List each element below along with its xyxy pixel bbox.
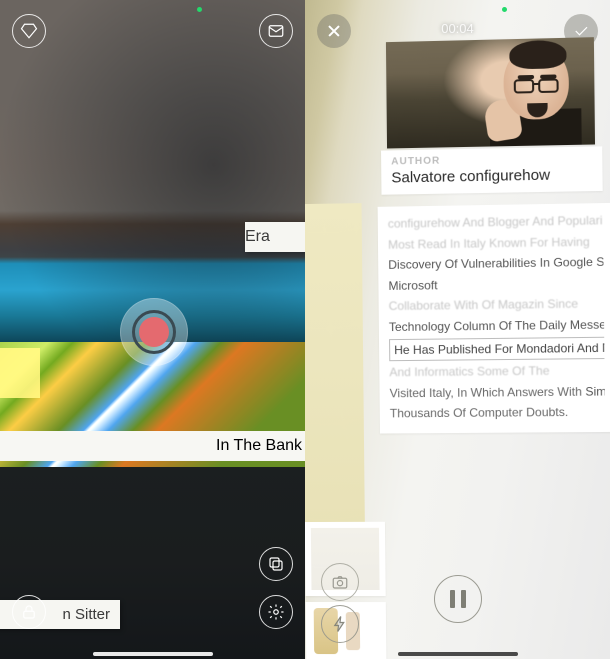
pause-button[interactable] xyxy=(434,575,482,623)
article-line: Microsoft xyxy=(388,274,603,296)
lock-icon xyxy=(20,603,38,621)
screenshot-pair: Era In The Bank n Sitter 00:04 xyxy=(0,0,610,659)
copy-button[interactable] xyxy=(259,547,293,581)
lock-button[interactable] xyxy=(12,595,46,629)
diamond-icon xyxy=(20,22,38,40)
camera-icon xyxy=(331,573,349,591)
status-dot xyxy=(197,7,202,12)
article-line: And Informatics Some Of The xyxy=(389,361,604,382)
photo-head xyxy=(503,44,569,120)
record-ring xyxy=(132,310,176,354)
mail-button[interactable] xyxy=(259,14,293,48)
home-indicator[interactable] xyxy=(93,652,213,656)
article-highlight: He Has Published For Mondadori And Monda… xyxy=(389,336,604,361)
copy-icon xyxy=(267,555,285,573)
article-line: He Has Published For Mondadori And Monda… xyxy=(389,336,604,361)
article-line: Thousands Of Computer Doubts. xyxy=(390,403,605,423)
camera-screen: Era In The Bank n Sitter xyxy=(0,0,305,659)
article-line: Collaborate With Of Magazin Since xyxy=(389,295,604,316)
article-line: Visited Italy, In Which Answers With Sim… xyxy=(390,382,605,403)
pause-icon xyxy=(447,590,469,608)
record-button[interactable] xyxy=(120,298,188,366)
scanned-page: AUTHOR Salvatore configurehow configureh… xyxy=(306,37,610,659)
article-line: Technology Column Of The Daily Messenger xyxy=(389,315,604,336)
article-line: configurehow And Blogger And Popularizer xyxy=(388,211,603,233)
settings-button[interactable] xyxy=(259,595,293,629)
review-screen: 00:04 AUTHOR Salvatore configurehow xyxy=(305,0,610,659)
author-card: AUTHOR Salvatore configurehow xyxy=(381,146,603,194)
record-dot-icon xyxy=(139,317,169,347)
gear-icon xyxy=(267,603,285,621)
status-dot xyxy=(502,7,507,12)
premium-button[interactable] xyxy=(12,14,46,48)
article-line: Most Read In Italy Known For Having xyxy=(388,232,603,254)
scanned-snippet-era: Era xyxy=(245,222,305,252)
mail-icon xyxy=(267,22,285,40)
article-line: Discovery Of Vulnerabilities In Google S… xyxy=(388,253,603,275)
scanned-snippet-label: In The Bank xyxy=(0,431,305,461)
author-photo xyxy=(386,37,595,148)
camera-toggle-button[interactable] xyxy=(321,563,359,601)
flash-button[interactable] xyxy=(321,605,359,643)
article-body: configurehow And Blogger And Popularizer… xyxy=(378,203,610,434)
author-name: Salvatore configurehow xyxy=(391,166,592,187)
author-label: AUTHOR xyxy=(391,153,592,168)
recording-timer: 00:04 xyxy=(441,21,474,36)
home-indicator[interactable] xyxy=(398,652,518,656)
flash-icon xyxy=(331,615,349,633)
